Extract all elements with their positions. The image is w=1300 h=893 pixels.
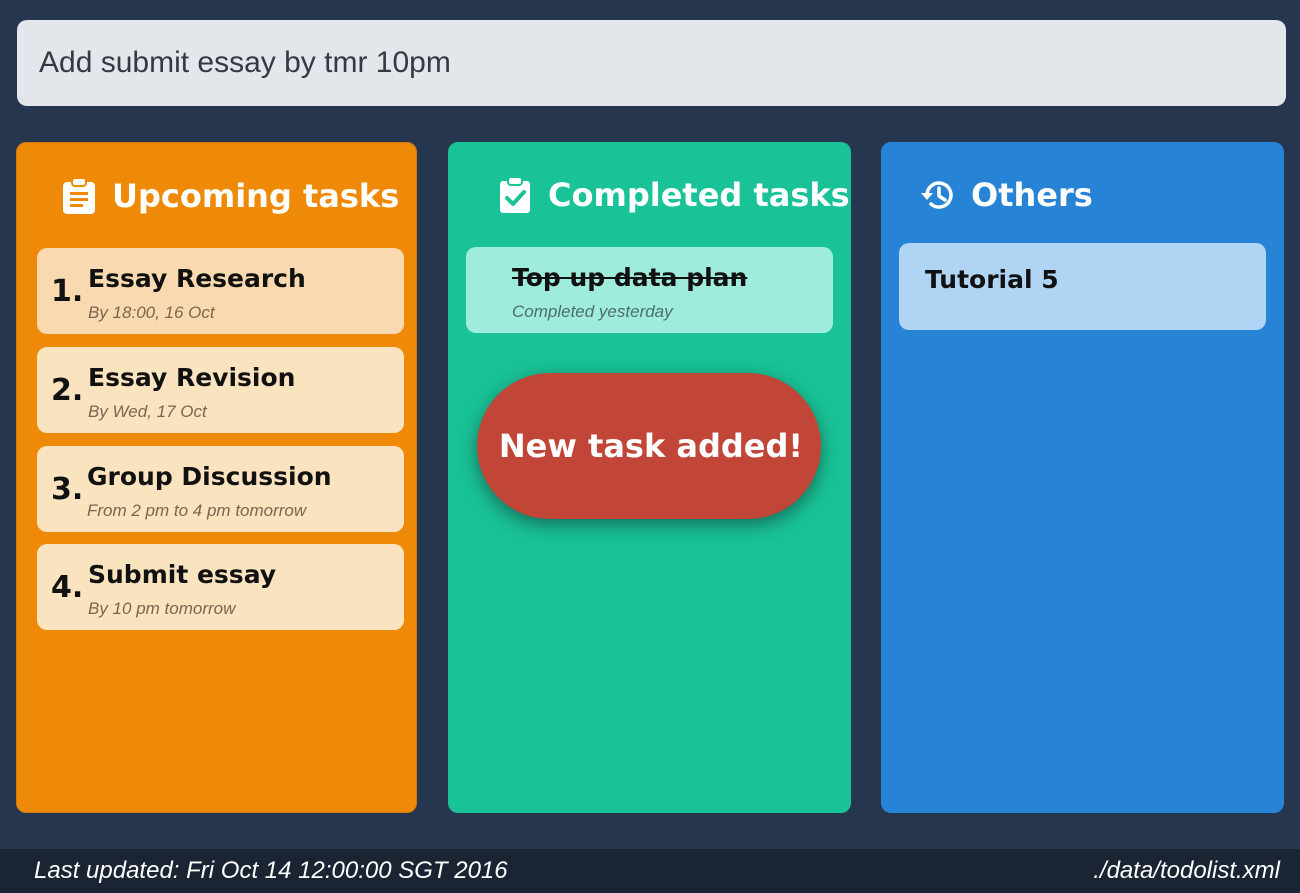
task-deadline: By 10 pm tomorrow — [88, 599, 236, 618]
command-bar — [17, 20, 1286, 106]
task-number: 3. — [51, 472, 84, 507]
task-title: Essay Research — [88, 264, 306, 293]
file-path-text: ./data/todolist.xml — [1093, 857, 1280, 884]
task-number: 4. — [51, 570, 84, 605]
others-panel: Others Tutorial 5 — [881, 142, 1284, 813]
task-deadline: By Wed, 17 Oct — [88, 402, 207, 421]
task-title: Essay Revision — [88, 363, 296, 392]
task-card[interactable]: 2. Essay Revision By Wed, 17 Oct — [37, 347, 404, 433]
upcoming-tasks-header: Upcoming tasks — [17, 171, 416, 221]
others-header: Others — [881, 170, 1284, 220]
completed-tasks-title: Completed tasks — [548, 176, 850, 214]
todo-app: Upcoming tasks 1. Essay Research By 18:0… — [0, 0, 1300, 893]
task-card[interactable]: 1. Essay Research By 18:00, 16 Oct — [37, 248, 404, 334]
task-title: Submit essay — [88, 560, 277, 589]
clipboard-icon — [60, 177, 98, 215]
upcoming-tasks-panel: Upcoming tasks 1. Essay Research By 18:0… — [16, 142, 417, 813]
task-deadline: By 18:00, 16 Oct — [88, 303, 215, 322]
task-card[interactable]: 3. Group Discussion From 2 pm to 4 pm to… — [37, 446, 404, 532]
command-input[interactable] — [39, 46, 1264, 80]
clipboard-check-icon — [496, 176, 534, 214]
status-bar: Last updated: Fri Oct 14 12:00:00 SGT 20… — [0, 849, 1300, 893]
task-title: Tutorial 5 — [925, 265, 1059, 294]
history-icon — [919, 176, 957, 214]
task-number: 2. — [51, 373, 84, 408]
upcoming-tasks-title: Upcoming tasks — [112, 177, 400, 215]
task-title: Top up data plan — [512, 263, 748, 292]
other-task-card[interactable]: Tutorial 5 — [899, 243, 1266, 330]
completed-task-card[interactable]: Top up data plan Completed yesterday — [466, 247, 833, 333]
task-card[interactable]: 4. Submit essay By 10 pm tomorrow — [37, 544, 404, 630]
task-number: 1. — [51, 274, 84, 309]
new-task-toast: New task added! — [477, 373, 821, 519]
task-completed-time: Completed yesterday — [512, 302, 673, 321]
others-title: Others — [971, 176, 1093, 214]
toast-message: New task added! — [498, 427, 803, 465]
task-title: Group Discussion — [87, 462, 332, 491]
last-updated-text: Last updated: Fri Oct 14 12:00:00 SGT 20… — [34, 857, 508, 884]
task-deadline: From 2 pm to 4 pm tomorrow — [87, 501, 307, 520]
completed-tasks-header: Completed tasks — [448, 170, 851, 220]
